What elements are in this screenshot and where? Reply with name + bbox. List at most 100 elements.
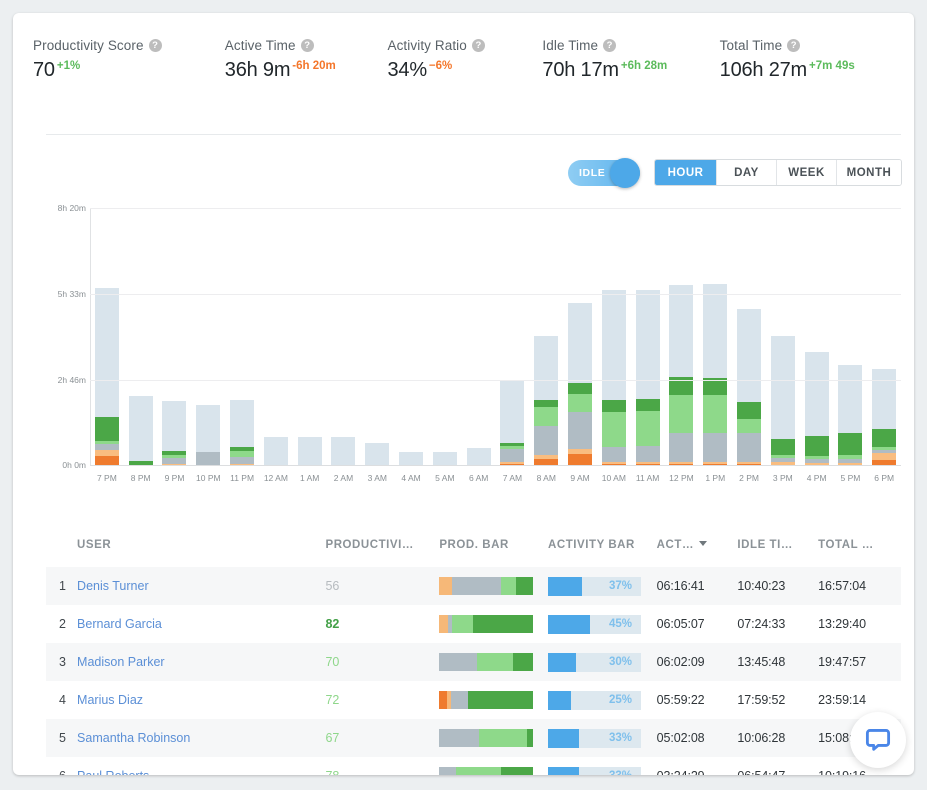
stat-label-2: Activity Ratio? — [387, 38, 542, 53]
activity-bar: 33% — [548, 767, 641, 776]
chart-bar-group[interactable] — [428, 208, 462, 465]
chart-bar-group[interactable] — [327, 208, 361, 465]
chart-bar-group[interactable] — [225, 208, 259, 465]
table-row[interactable]: 1Denis Turner5637%06:16:4110:40:2316:57:… — [46, 567, 901, 605]
chart-bar-segment — [568, 394, 592, 413]
th-productivity[interactable]: PRODUCTIVI… — [325, 533, 439, 567]
stat-value-3: 70h 17m — [542, 59, 618, 81]
prod-bar-segment — [451, 691, 468, 709]
help-icon[interactable]: ? — [603, 39, 616, 52]
row-active-time: 06:16:41 — [657, 567, 738, 605]
row-user: Bernard Garcia — [77, 605, 325, 643]
user-link[interactable]: Madison Parker — [77, 655, 165, 669]
chart-bar-group[interactable] — [732, 208, 766, 465]
chart-bar-group[interactable] — [800, 208, 834, 465]
chart-bar-group[interactable] — [293, 208, 327, 465]
help-icon[interactable]: ? — [472, 39, 485, 52]
chart-bar-segment — [264, 437, 288, 465]
chart-bar-group[interactable] — [90, 208, 124, 465]
table-row[interactable]: 6Paul Roberts7833%03:24:2906:54:4710:19:… — [46, 757, 901, 775]
help-icon[interactable]: ? — [301, 39, 314, 52]
chart-bar-segment — [534, 407, 558, 427]
user-link[interactable]: Denis Turner — [77, 579, 149, 593]
x-axis-tick-8: 3 AM — [360, 473, 394, 489]
chart-bar-segment — [737, 402, 761, 419]
stat-value-1: 36h 9m — [225, 59, 291, 81]
chart-bar-segment — [365, 443, 389, 465]
chart-bar-group[interactable] — [158, 208, 192, 465]
row-prod-bar-cell — [439, 567, 548, 605]
idle-toggle[interactable]: IDLE — [568, 160, 640, 186]
chart-bar — [737, 309, 761, 465]
chart-bar-group[interactable] — [124, 208, 158, 465]
chart-bar-group[interactable] — [462, 208, 496, 465]
chat-widget-button[interactable] — [850, 712, 906, 768]
x-axis-tick-5: 12 AM — [259, 473, 293, 489]
idle-toggle-knob — [610, 158, 640, 188]
prod-bar-segment — [501, 767, 533, 775]
chart-bar-segment — [703, 284, 727, 378]
table-row[interactable]: 4Marius Diaz7225%05:59:2217:59:5223:59:1… — [46, 681, 901, 719]
prod-bar-segment — [452, 577, 502, 595]
chart-bar-segment — [568, 383, 592, 394]
th-idle-time[interactable]: IDLE TI… — [737, 533, 818, 567]
th-user[interactable]: USER — [77, 533, 325, 567]
chart-bar-group[interactable] — [597, 208, 631, 465]
x-axis-tick-21: 4 PM — [800, 473, 834, 489]
chart-bar-group[interactable] — [631, 208, 665, 465]
period-button-day[interactable]: DAY — [717, 160, 777, 185]
activity-bar-label: 33% — [609, 767, 632, 776]
chart-bar-group[interactable] — [360, 208, 394, 465]
x-axis-tick-3: 10 PM — [191, 473, 225, 489]
chart-bar-segment — [872, 453, 896, 460]
activity-bar-fill — [548, 653, 576, 672]
chart-bar-group[interactable] — [496, 208, 530, 465]
stat-delta-2: −6% — [429, 60, 452, 72]
user-link[interactable]: Samantha Robinson — [77, 731, 190, 745]
chart-bar-segment — [636, 446, 660, 463]
table-row[interactable]: 5Samantha Robinson6733%05:02:0810:06:281… — [46, 719, 901, 757]
chart-bar-group[interactable] — [259, 208, 293, 465]
activity-bar: 30% — [548, 653, 641, 672]
th-prod-bar[interactable]: PROD. BAR — [439, 533, 548, 567]
user-link[interactable]: Bernard Garcia — [77, 617, 162, 631]
help-icon[interactable]: ? — [149, 39, 162, 52]
user-link[interactable]: Paul Roberts — [77, 769, 149, 775]
user-link[interactable]: Marius Diaz — [77, 693, 143, 707]
x-axis-tick-4: 11 PM — [225, 473, 259, 489]
chart-bar-group[interactable] — [529, 208, 563, 465]
row-prod-bar-cell — [439, 605, 548, 643]
activity-bar-label: 45% — [609, 615, 632, 634]
chart-bar-group[interactable] — [394, 208, 428, 465]
chart-bar-group[interactable] — [563, 208, 597, 465]
chart-bar-group[interactable] — [698, 208, 732, 465]
chart-bar-segment — [602, 464, 626, 465]
prod-bar — [439, 615, 533, 633]
chart-bar-group[interactable] — [766, 208, 800, 465]
stat-title-1: Active Time — [225, 38, 296, 53]
chart-bar-group[interactable] — [867, 208, 901, 465]
chart-bar — [264, 437, 288, 465]
prod-bar-segment — [513, 653, 534, 671]
prod-bar — [439, 729, 533, 747]
x-axis-line — [90, 465, 901, 466]
th-activity-bar[interactable]: ACTIVITY BAR — [548, 533, 657, 567]
th-total-time[interactable]: TOTAL … — [818, 533, 901, 567]
stat-value-2: 34% — [387, 59, 426, 81]
y-axis-tick-1: 5h 33m — [58, 289, 86, 299]
table-row[interactable]: 2Bernard Garcia8245%06:05:0707:24:3313:2… — [46, 605, 901, 643]
table-row[interactable]: 3Madison Parker7030%06:02:0913:45:4819:4… — [46, 643, 901, 681]
chart-bar-group[interactable] — [191, 208, 225, 465]
chart-bar-group[interactable] — [834, 208, 868, 465]
period-button-month[interactable]: MONTH — [837, 160, 901, 185]
table-header-row: USER PRODUCTIVI… PROD. BAR ACTIVITY BAR … — [46, 533, 901, 567]
th-active-time[interactable]: ACT… — [657, 533, 738, 567]
idle-toggle-label: IDLE — [579, 167, 605, 179]
help-icon[interactable]: ? — [787, 39, 800, 52]
chart-gridline-2 — [90, 380, 901, 381]
chart-bar-group[interactable] — [665, 208, 699, 465]
chart-bars — [90, 208, 901, 465]
chart-bar-segment — [669, 285, 693, 378]
period-button-hour[interactable]: HOUR — [655, 160, 717, 185]
period-button-week[interactable]: WEEK — [777, 160, 837, 185]
